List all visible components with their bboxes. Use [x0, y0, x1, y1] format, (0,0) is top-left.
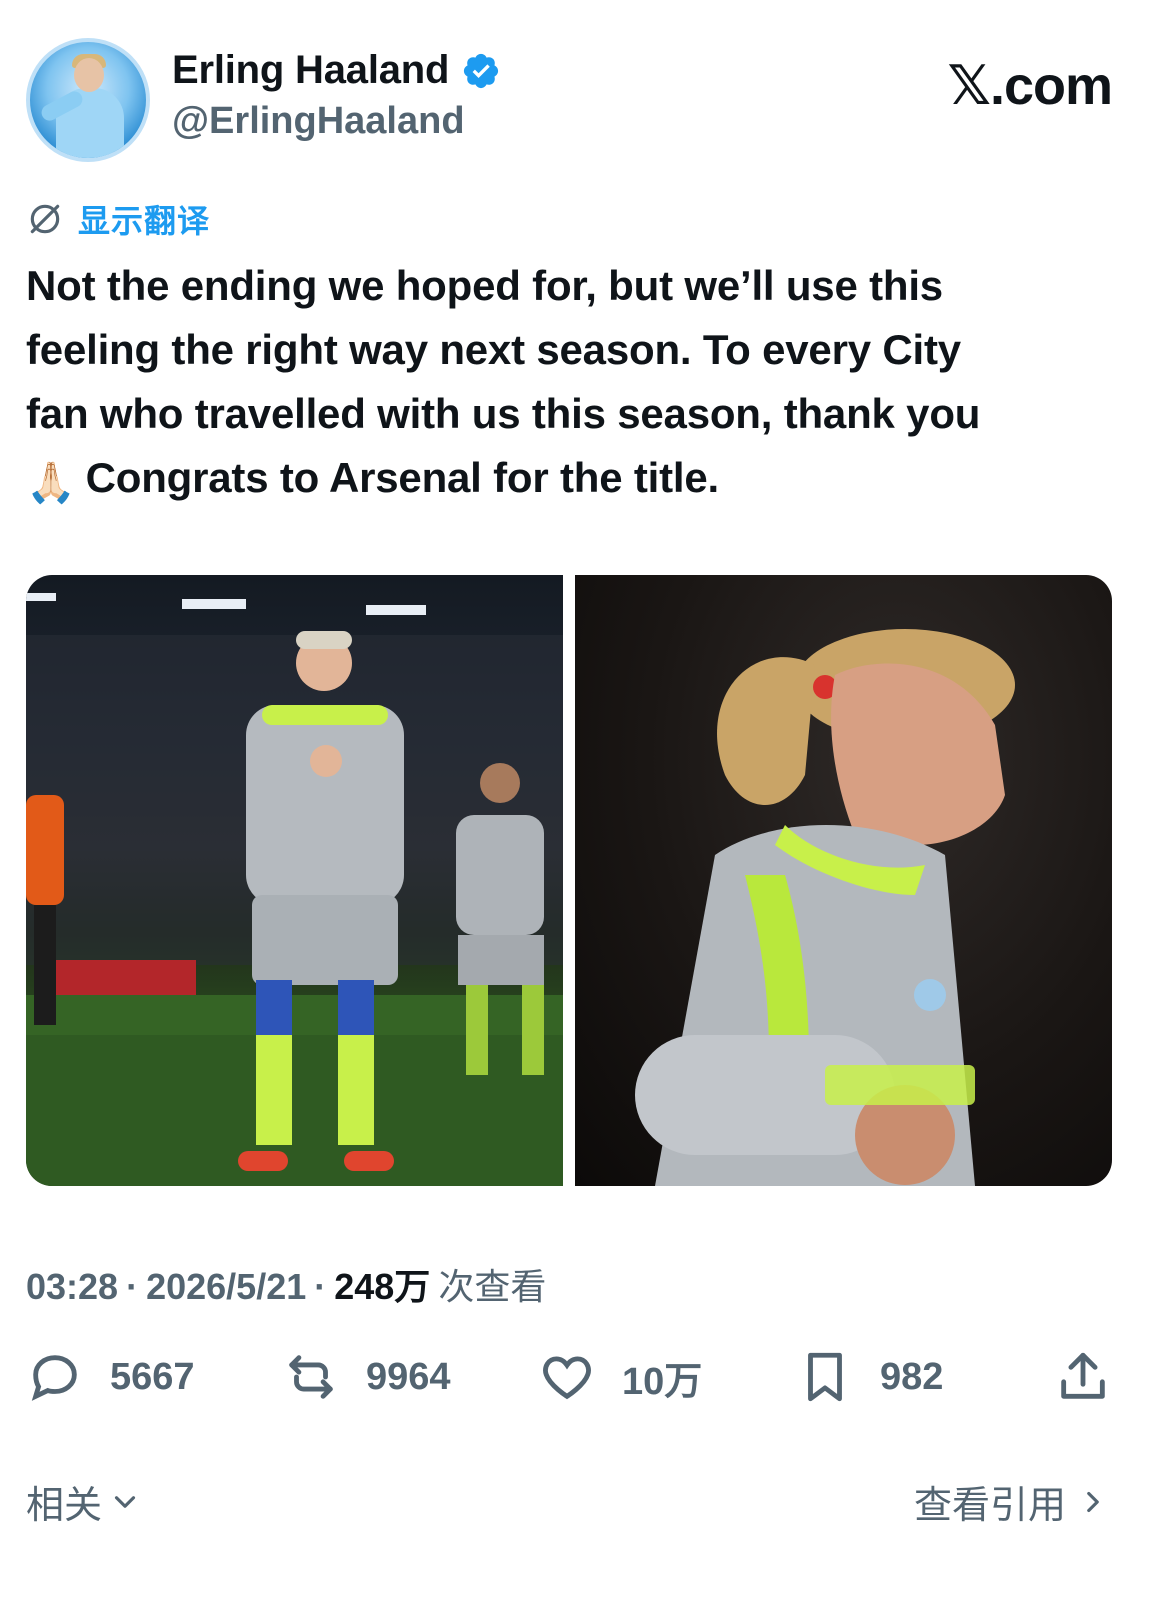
- verified-badge-icon: [464, 53, 499, 88]
- show-translation-label[interactable]: 显示翻译: [78, 196, 210, 242]
- bookmark-button[interactable]: 982: [796, 1348, 943, 1406]
- share-icon: [1061, 1352, 1105, 1399]
- reply-icon: [31, 1355, 77, 1401]
- tweet-time[interactable]: 03:28: [26, 1266, 118, 1308]
- photo-player-applauding[interactable]: [26, 575, 563, 1186]
- tweet-metadata: 03:28 · 2026/5/21 · 248万 次查看: [26, 1258, 546, 1310]
- view-quotes-label[interactable]: 查看引用: [914, 1474, 1066, 1529]
- photo-right-illustration: [635, 629, 1015, 1186]
- view-count-label: 次查看: [438, 1266, 547, 1307]
- related-toggle[interactable]: 相关: [26, 1474, 142, 1529]
- tweet-date[interactable]: 2026/5/21: [146, 1266, 306, 1308]
- folded-hands-emoji: 🙏🏻: [26, 461, 76, 505]
- bookmark-icon: [808, 1352, 842, 1402]
- reply-count: 5667: [110, 1355, 195, 1398]
- repost-button[interactable]: 9964: [282, 1348, 451, 1406]
- author-name-row[interactable]: Erling Haaland: [172, 48, 501, 93]
- tweet-action-bar: 5667 9964 10万 982: [26, 1348, 1112, 1418]
- heart-icon: [543, 1356, 591, 1400]
- related-label[interactable]: 相关: [26, 1474, 102, 1529]
- author-name[interactable]: Erling Haaland: [172, 48, 449, 93]
- view-quotes-link[interactable]: 查看引用: [914, 1474, 1110, 1529]
- author-handle[interactable]: @ErlingHaaland: [172, 100, 465, 143]
- reply-button[interactable]: 5667: [26, 1348, 195, 1406]
- chevron-right-icon: [1087, 1491, 1099, 1512]
- bookmark-count: 982: [880, 1355, 944, 1398]
- photo-left-illustration: [26, 593, 563, 1186]
- tweet-line: Not the ending we hoped for, but we’ll u…: [26, 262, 943, 309]
- meta-separator: ·: [126, 1266, 139, 1307]
- view-count: 248万: [334, 1266, 431, 1307]
- translate-off-icon: [30, 204, 60, 234]
- tweet-line: Congrats to Arsenal for the title.: [85, 454, 720, 501]
- photo-player-profile[interactable]: [575, 575, 1112, 1186]
- like-button[interactable]: 10万: [538, 1348, 702, 1406]
- tweet-text: Not the ending we hoped for, but we’ll u…: [26, 254, 1126, 515]
- tweet-line: fan who travelled with us this season, t…: [26, 390, 981, 437]
- tweet-header: Erling Haaland @ErlingHaaland 𝕏.com: [26, 38, 1144, 162]
- repost-icon: [289, 1355, 333, 1399]
- like-count: 10万: [622, 1360, 703, 1403]
- meta-separator: ·: [314, 1266, 327, 1307]
- chevron-down-icon: [114, 1495, 136, 1508]
- x-logo-label: 𝕏.com: [947, 56, 1113, 116]
- repost-count: 9964: [366, 1355, 451, 1398]
- show-translation-link[interactable]: 显示翻译: [26, 196, 210, 242]
- tweet-line: feeling the right way next season. To ev…: [26, 326, 961, 373]
- tweet-line-with-emoji: 🙏🏻 Congrats to Arsenal for the title.: [26, 446, 1126, 515]
- share-button[interactable]: [1054, 1348, 1112, 1406]
- avatar[interactable]: [26, 38, 150, 162]
- tweet-media-grid: [26, 575, 1112, 1186]
